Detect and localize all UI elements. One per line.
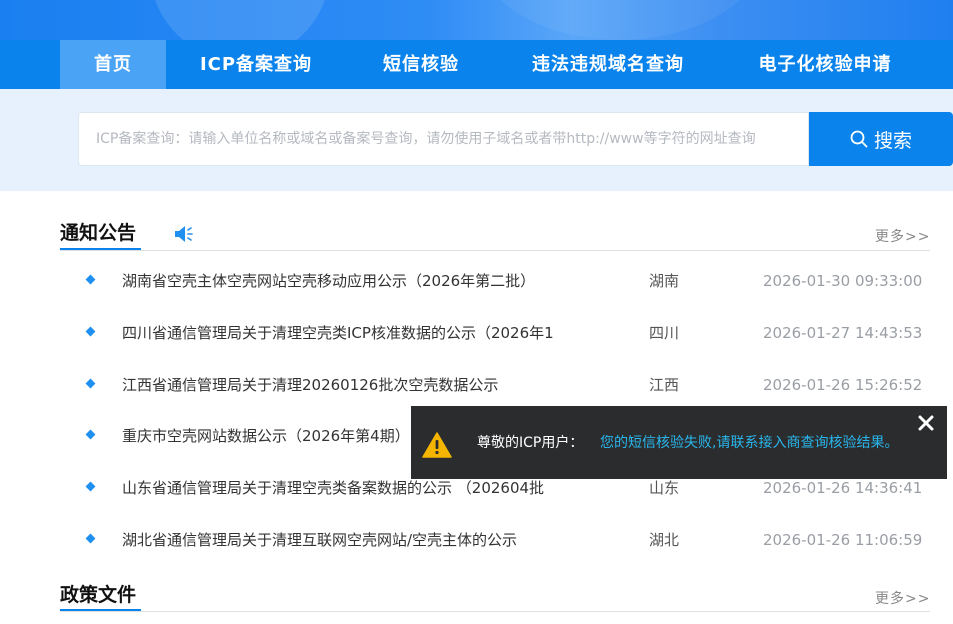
toast-message: 您的短信核验失败,请联系接入商查询核验结果。 xyxy=(600,435,899,451)
notice-date: 2026-01-30 09:33:00 xyxy=(763,272,923,290)
notice-date: 2026-01-27 14:43:53 xyxy=(763,324,923,342)
banner-decoration xyxy=(470,0,770,40)
close-icon[interactable] xyxy=(915,412,937,434)
nav-item-home[interactable]: 首页 xyxy=(60,40,166,89)
diamond-bullet-icon xyxy=(85,378,96,389)
nav-item-e-verify-apply[interactable]: 电子化核验申请 xyxy=(738,40,912,89)
notice-region: 四川 xyxy=(649,324,680,342)
notices-title: 通知公告 xyxy=(60,222,137,244)
notice-region: 湖北 xyxy=(649,531,680,549)
policy-more-link[interactable]: 更多>> xyxy=(875,588,930,608)
list-item: 江西省通信管理局关于清理20260126批次空壳数据公示 江西 2026-01-… xyxy=(0,359,953,411)
search-button-label: 搜索 xyxy=(873,129,912,152)
nav-item-illegal-domain[interactable]: 违法违规域名查询 xyxy=(512,40,704,89)
notice-title[interactable]: 江西省通信管理局关于清理20260126批次空壳数据公示 xyxy=(122,359,498,411)
search-button[interactable]: 搜索 xyxy=(809,112,953,166)
search-input[interactable] xyxy=(78,112,809,166)
list-item: 湖北省通信管理局关于清理互联网空壳网站/空壳主体的公示 湖北 2026-01-2… xyxy=(0,514,953,566)
diamond-bullet-icon xyxy=(85,326,96,337)
diamond-bullet-icon xyxy=(85,274,96,285)
notice-title[interactable]: 湖北省通信管理局关于清理互联网空壳网站/空壳主体的公示 xyxy=(122,514,517,566)
list-item: 湖南省空壳主体空壳网站空壳移动应用公示（2026年第二批） 湖南 2026-01… xyxy=(0,255,953,307)
search-icon xyxy=(850,130,868,148)
diamond-bullet-icon xyxy=(85,429,96,440)
toast-label: 尊敬的ICP用户： xyxy=(477,435,584,451)
warning-icon xyxy=(422,432,452,458)
notice-date: 2026-01-26 11:06:59 xyxy=(763,531,923,549)
notice-title[interactable]: 重庆市空壳网站数据公示（2026年第4期） xyxy=(122,410,410,462)
notice-title[interactable]: 四川省通信管理局关于清理空壳类ICP核准数据的公示（2026年1 xyxy=(122,307,554,359)
speaker-icon xyxy=(175,226,193,242)
banner-decoration xyxy=(150,0,330,40)
nav-item-icp-query[interactable]: ICP备案查询 xyxy=(186,40,326,89)
diamond-bullet-icon xyxy=(85,481,96,492)
nav-item-sms-verify[interactable]: 短信核验 xyxy=(360,40,482,89)
error-toast: 尊敬的ICP用户： 您的短信核验失败,请联系接入商查询核验结果。 xyxy=(411,406,947,479)
main-nav: 首页 ICP备案查询 短信核验 违法违规域名查询 电子化核验申请 xyxy=(0,40,953,89)
notice-region: 湖南 xyxy=(649,272,680,290)
policy-title: 政策文件 xyxy=(60,584,137,606)
notices-divider xyxy=(60,250,930,251)
list-item: 四川省通信管理局关于清理空壳类ICP核准数据的公示（2026年1 四川 2026… xyxy=(0,307,953,359)
notice-date: 2026-01-26 15:26:52 xyxy=(763,376,923,394)
notices-more-link[interactable]: 更多>> xyxy=(875,226,930,246)
header-banner xyxy=(0,0,953,40)
notice-region: 江西 xyxy=(649,376,680,394)
policy-divider xyxy=(60,611,930,612)
diamond-bullet-icon xyxy=(85,533,96,544)
notice-title[interactable]: 湖南省空壳主体空壳网站空壳移动应用公示（2026年第二批） xyxy=(122,255,535,307)
